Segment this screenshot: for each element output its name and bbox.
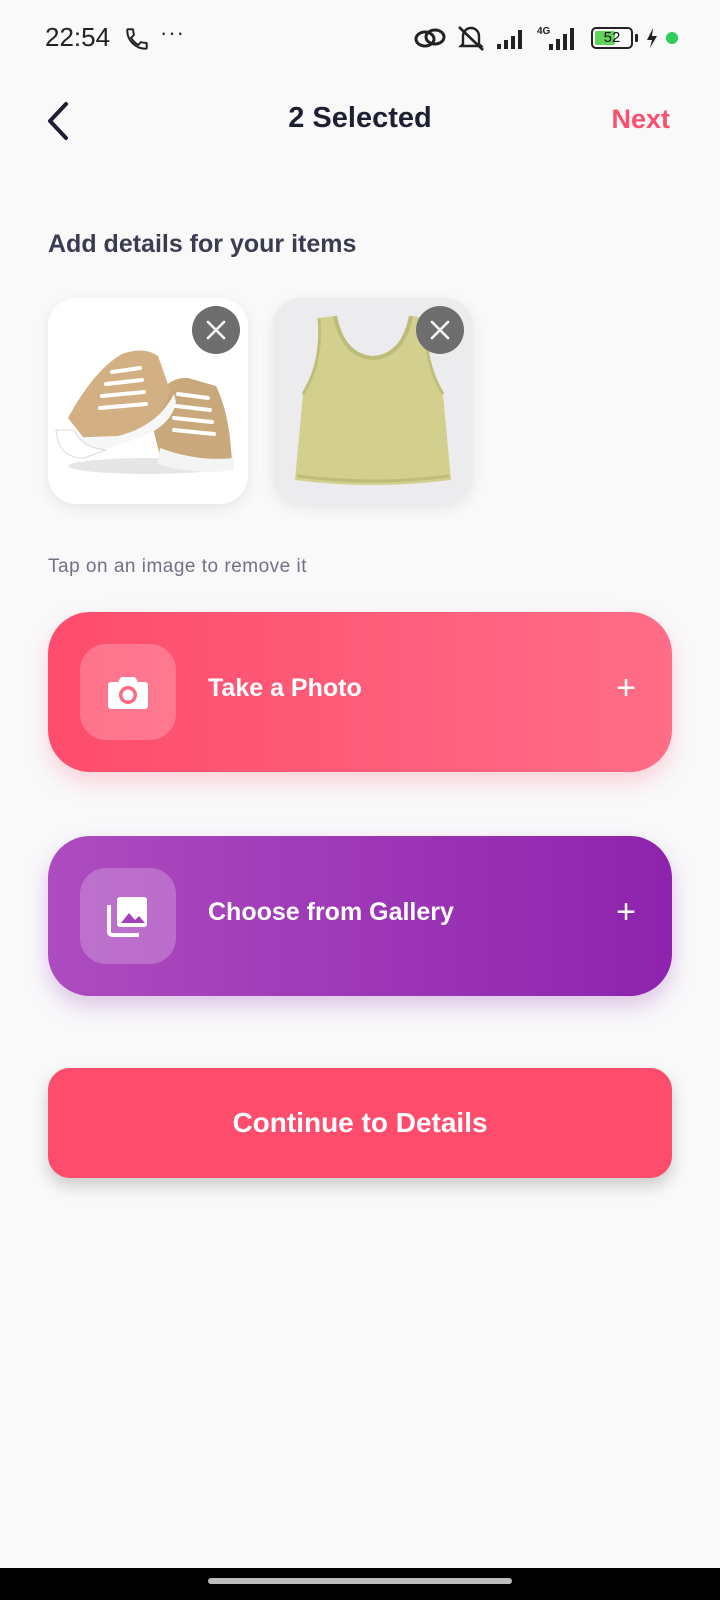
continue-label: Continue to Details (232, 1107, 488, 1138)
remove-hint: Tap on an image to remove it (48, 556, 308, 577)
network-type-label: 4G (537, 26, 551, 37)
continue-to-details-button[interactable]: Continue to Details (48, 1068, 672, 1178)
take-photo-label: Take a Photo (208, 674, 362, 702)
next-button[interactable]: Next (611, 104, 670, 135)
gallery-icon-box (80, 868, 176, 964)
remove-item-button[interactable] (192, 306, 240, 354)
plus-icon: + (616, 669, 636, 707)
header: 2 Selected Next (0, 90, 720, 154)
remove-item-button[interactable] (416, 306, 464, 354)
battery-cap (635, 34, 638, 42)
home-indicator[interactable] (208, 1578, 512, 1584)
charging-icon (647, 28, 657, 48)
choose-gallery-label: Choose from Gallery (208, 898, 454, 926)
take-photo-button[interactable]: Take a Photo + (48, 612, 672, 772)
plus-icon: + (616, 893, 636, 931)
signal-icon (497, 30, 522, 49)
more-notifications-icon: ··· (160, 20, 185, 45)
system-nav-bar (0, 1568, 720, 1600)
call-icon (126, 28, 148, 50)
link-icon (414, 28, 446, 48)
close-icon (206, 320, 226, 340)
status-bar: 22:54 ··· 4G 52 (0, 0, 720, 80)
gallery-icon (107, 897, 147, 937)
camera-icon (108, 677, 148, 709)
active-dot-icon (666, 32, 678, 44)
camera-icon-box (80, 644, 176, 740)
choose-gallery-button[interactable]: Choose from Gallery + (48, 836, 672, 996)
signal-4g-icon: 4G (537, 26, 574, 50)
close-icon (430, 320, 450, 340)
status-time: 22:54 (45, 22, 111, 52)
battery-level: 52 (603, 29, 621, 46)
mute-icon (458, 26, 484, 51)
battery-icon: 52 (591, 27, 633, 49)
section-title: Add details for your items (48, 230, 357, 258)
